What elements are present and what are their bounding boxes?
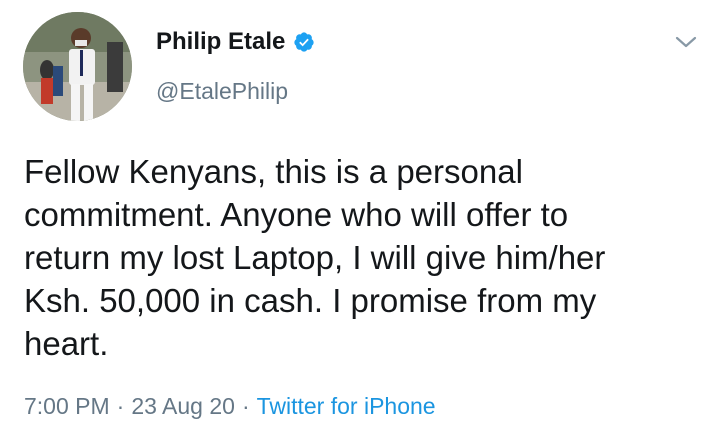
avatar[interactable] (23, 12, 132, 121)
author-name-row[interactable]: Philip Etale (156, 28, 315, 56)
chevron-down-icon[interactable] (672, 30, 700, 54)
meta-separator: · (116, 393, 125, 419)
author-handle[interactable]: @EtalePhilip (156, 78, 288, 105)
author-name[interactable]: Philip Etale (156, 28, 285, 56)
tweet-source-link[interactable]: Twitter for iPhone (257, 393, 436, 420)
meta-separator: · (241, 393, 250, 419)
tweet-meta: 7:00 PM · 23 Aug 20 · Twitter for iPhone (24, 393, 436, 420)
tweet-date[interactable]: 23 Aug 20 (131, 393, 235, 420)
tweet-card: Philip Etale @EtalePhilip Fellow Kenyans… (0, 0, 720, 447)
verified-badge-icon (293, 31, 315, 53)
avatar-photo (23, 12, 132, 121)
tweet-text: Fellow Kenyans, this is a personal commi… (24, 153, 606, 362)
tweet-time[interactable]: 7:00 PM (24, 393, 110, 420)
